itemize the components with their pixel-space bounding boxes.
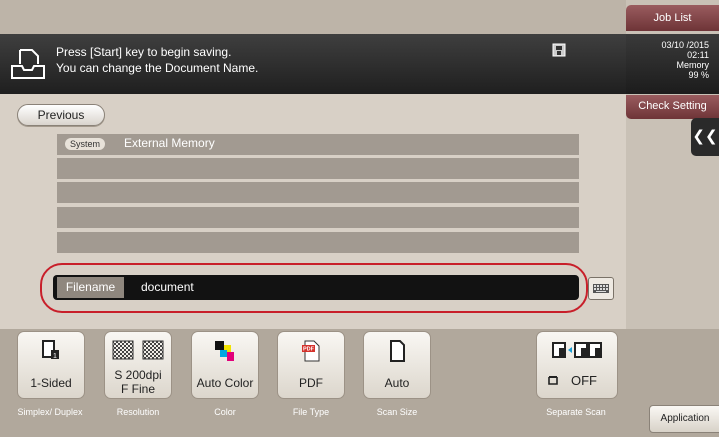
resolution-value-line-2: F Fine bbox=[120, 382, 155, 396]
resolution-checker-icon bbox=[105, 339, 171, 366]
simplex-duplex-button[interactable]: 1 1-Sided bbox=[17, 331, 85, 399]
resolution-value-line-1: S 200dpi bbox=[114, 368, 162, 382]
job-list-button[interactable]: Job List bbox=[626, 5, 719, 31]
message-bar: Press [Start] key to begin saving. You c… bbox=[0, 34, 626, 94]
file-type-label: File Type bbox=[292, 407, 330, 417]
filename-value[interactable]: document bbox=[141, 280, 194, 294]
separate-scan-button[interactable]: OFF bbox=[536, 331, 618, 399]
path-row[interactable]: System External Memory bbox=[57, 134, 579, 155]
scan-size-value: Auto bbox=[384, 376, 410, 390]
resolution-label: Resolution bbox=[116, 407, 160, 417]
color-label: Color bbox=[214, 407, 236, 417]
message-line-1: Press [Start] key to begin saving. bbox=[56, 45, 232, 59]
scan-size-button[interactable]: Auto bbox=[363, 331, 431, 399]
color-value: Auto Color bbox=[196, 376, 254, 390]
memory-label: Memory bbox=[676, 60, 709, 70]
top-bar bbox=[0, 0, 626, 34]
keyboard-button[interactable] bbox=[588, 277, 614, 300]
status-date: 03/10 /2015 bbox=[661, 40, 709, 50]
document-icon bbox=[10, 46, 46, 87]
application-button[interactable]: Application bbox=[649, 405, 719, 433]
status-time: 02:11 bbox=[687, 50, 709, 60]
list-row[interactable] bbox=[57, 158, 579, 179]
svg-text:1: 1 bbox=[53, 353, 57, 360]
expand-panel-icon[interactable]: ❮❮ bbox=[691, 118, 719, 156]
path-location: External Memory bbox=[124, 136, 215, 150]
color-button[interactable]: Auto Color bbox=[191, 331, 259, 399]
filename-field[interactable]: Filename document bbox=[53, 275, 579, 300]
filename-label: Filename bbox=[57, 277, 124, 298]
system-tag: System bbox=[65, 138, 106, 150]
memory-value: 99 % bbox=[688, 70, 709, 80]
file-type-button[interactable]: PDF PDF bbox=[277, 331, 345, 399]
list-row[interactable] bbox=[57, 207, 579, 228]
keyboard-icon bbox=[593, 284, 609, 293]
separate-scan-label: Separate Scan bbox=[546, 407, 606, 417]
simplex-page-icon: 1 bbox=[18, 339, 84, 366]
separate-scan-value: OFF bbox=[571, 373, 597, 388]
scan-size-label: Scan Size bbox=[376, 407, 418, 417]
svg-text:PDF: PDF bbox=[303, 347, 315, 353]
page-outline-icon bbox=[364, 339, 430, 368]
status-panel: 03/10 /2015 02:11 Memory 99 % bbox=[626, 34, 719, 94]
color-squares-icon bbox=[192, 339, 258, 368]
simplex-value: 1-Sided bbox=[30, 376, 72, 390]
list-row[interactable] bbox=[57, 232, 579, 253]
file-type-value: PDF bbox=[299, 376, 323, 390]
separate-pages-icon bbox=[537, 339, 617, 366]
simplex-label: Simplex/ Duplex bbox=[17, 407, 83, 417]
message-line-2: You can change the Document Name. bbox=[56, 61, 259, 75]
list-row[interactable] bbox=[57, 182, 579, 203]
check-setting-button[interactable]: Check Setting bbox=[626, 95, 719, 119]
resolution-button[interactable]: S 200dpi F Fine bbox=[104, 331, 172, 399]
storage-icon bbox=[552, 43, 566, 62]
previous-button[interactable]: Previous bbox=[17, 104, 105, 126]
pdf-icon: PDF bbox=[278, 339, 344, 368]
